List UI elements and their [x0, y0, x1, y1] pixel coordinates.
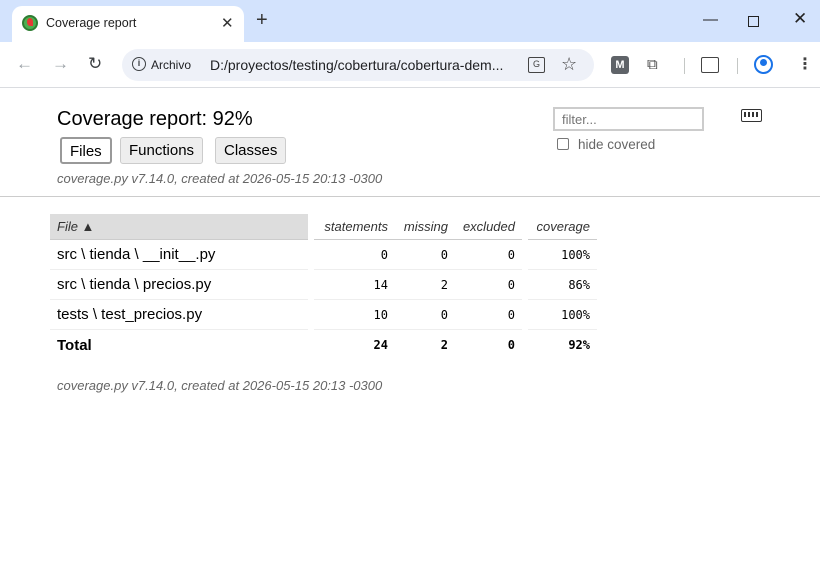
table-row: tests \ test_precios.py 10 0 0 100% [50, 300, 597, 330]
total-statements: 24 [373, 338, 388, 352]
missing-cell: 0 [395, 240, 455, 270]
missing-cell: 0 [395, 300, 455, 330]
reload-icon[interactable]: ↻ [88, 54, 102, 74]
missing-cell: 2 [395, 270, 455, 300]
hide-covered-label: hide covered [578, 137, 656, 152]
total-coverage: 92% [568, 338, 590, 352]
hide-covered-checkbox[interactable] [557, 138, 569, 150]
cast-icon[interactable] [701, 57, 719, 73]
profile-icon[interactable] [754, 55, 773, 74]
header-divider [0, 196, 820, 197]
extension-m-icon[interactable]: M [611, 56, 629, 74]
forward-icon[interactable]: → [52, 54, 69, 74]
translate-icon[interactable]: G [528, 57, 545, 73]
browser-toolbar: ← → ↻ i Archivo D:/proyectos/testing/cob… [0, 42, 820, 88]
coverage-cell: 100% [528, 300, 597, 330]
excluded-cell: 0 [455, 300, 522, 330]
url-text[interactable]: D:/proyectos/testing/cobertura/cobertura… [210, 57, 503, 73]
table-row: src \ tienda \ __init__.py 0 0 0 100% [50, 240, 597, 270]
tab-title: Coverage report [46, 16, 137, 30]
statements-cell: 14 [314, 270, 395, 300]
excluded-cell: 0 [455, 240, 522, 270]
classes-button[interactable]: Classes [215, 137, 287, 164]
file-link[interactable]: tests \ test_precios.py [50, 300, 308, 330]
report-meta: coverage.py v7.14.0, created at 2026-05-… [57, 171, 383, 186]
file-link[interactable]: src \ tienda \ precios.py [50, 270, 308, 300]
table-row: src \ tienda \ precios.py 14 2 0 86% [50, 270, 597, 300]
favicon-icon [22, 15, 38, 31]
close-window-button[interactable]: ✕ [793, 10, 807, 27]
toolbar-divider [737, 58, 738, 74]
total-missing: 2 [440, 338, 448, 352]
table-total-row: Total 24 2 0 92% [50, 330, 597, 360]
header-statements[interactable]: statements [314, 214, 395, 240]
filter-input[interactable] [553, 107, 704, 131]
hide-covered-toggle[interactable]: hide covered [557, 137, 655, 152]
total-excluded: 0 [507, 338, 515, 352]
statements-cell: 0 [314, 240, 395, 270]
toolbar-divider [684, 58, 685, 74]
report-meta-footer: coverage.py v7.14.0, created at 2026-05-… [57, 378, 383, 393]
header-excluded[interactable]: excluded [455, 214, 522, 240]
title-bar: Coverage report ✕ + — ✕ [0, 0, 820, 42]
page-content: Coverage report: 92% Files Functions Cla… [0, 89, 820, 566]
maximize-button[interactable] [748, 16, 759, 27]
minimize-button[interactable]: — [703, 12, 718, 28]
excluded-cell: 0 [455, 270, 522, 300]
close-tab-icon[interactable]: ✕ [221, 14, 234, 32]
coverage-cell: 86% [528, 270, 597, 300]
coverage-table: File ▲ statements missing excluded cover… [50, 214, 597, 360]
files-button[interactable]: Files [60, 137, 112, 164]
new-tab-button[interactable]: + [256, 10, 268, 30]
browser-tab[interactable]: Coverage report ✕ [12, 6, 244, 42]
file-link[interactable]: src \ tienda \ __init__.py [50, 240, 308, 270]
header-coverage[interactable]: coverage [528, 214, 597, 240]
header-file[interactable]: File ▲ [50, 214, 308, 240]
info-icon[interactable]: i [132, 57, 146, 71]
keyboard-icon[interactable] [741, 109, 762, 122]
total-label: Total [57, 336, 92, 354]
back-icon[interactable]: ← [16, 54, 33, 74]
site-info-chip[interactable]: Archivo [151, 58, 191, 72]
table-header-row: File ▲ statements missing excluded cover… [50, 214, 597, 240]
header-missing[interactable]: missing [395, 214, 455, 240]
page-title: Coverage report: 92% [57, 108, 253, 130]
puzzle-icon[interactable]: ⧉ [647, 56, 665, 74]
statements-cell: 10 [314, 300, 395, 330]
coverage-cell: 100% [528, 240, 597, 270]
star-icon[interactable]: ☆ [561, 54, 577, 75]
address-bar[interactable]: i Archivo D:/proyectos/testing/cobertura… [122, 49, 594, 81]
functions-button[interactable]: Functions [120, 137, 204, 164]
menu-icon[interactable]: ⋮ [797, 54, 813, 74]
